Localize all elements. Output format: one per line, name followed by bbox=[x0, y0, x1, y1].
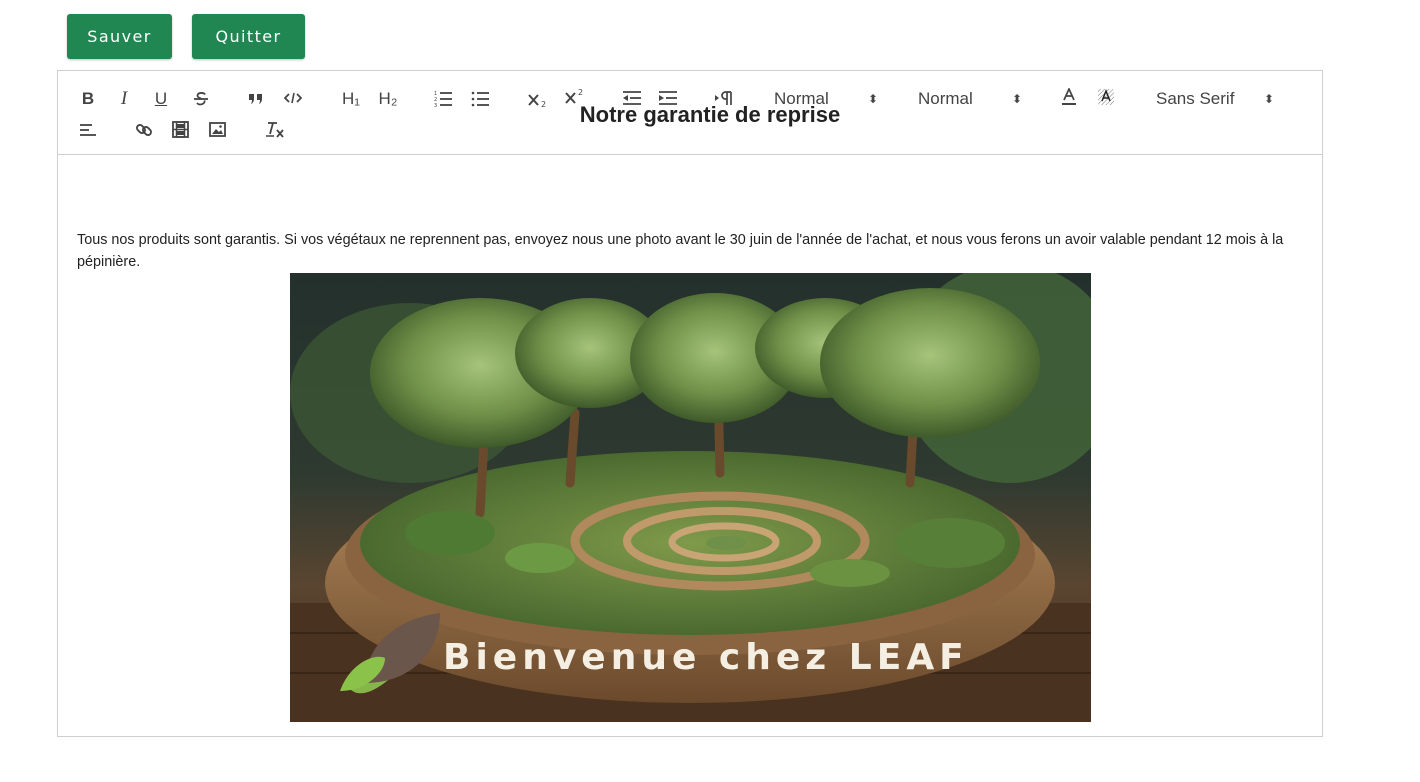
document-title[interactable]: Notre garantie de reprise bbox=[0, 102, 1420, 128]
garden-photo[interactable]: Bienvenue chez LEAF bbox=[290, 273, 1091, 722]
svg-text:2: 2 bbox=[578, 88, 583, 97]
quit-button[interactable]: Quitter bbox=[192, 14, 305, 59]
photo-caption: Bienvenue chez LEAF bbox=[443, 637, 969, 678]
document-paragraph[interactable]: Tous nos produits sont garantis. Si vos … bbox=[77, 229, 1307, 273]
action-bar: Sauver Quitter bbox=[67, 14, 305, 59]
save-button[interactable]: Sauver bbox=[67, 14, 172, 59]
